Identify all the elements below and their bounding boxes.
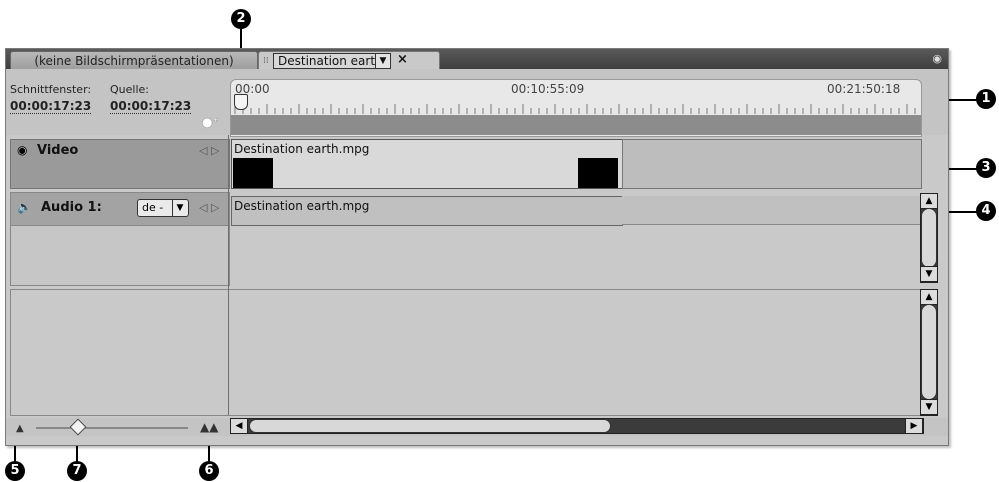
- callout-7: 7: [67, 461, 87, 481]
- schnittfenster-label: Schnittfenster:: [10, 83, 92, 96]
- video-clip-thumbnail-end: [578, 158, 618, 188]
- callout-1: 1: [976, 89, 996, 109]
- close-tab-icon[interactable]: ×: [397, 52, 408, 68]
- main-vertical-scrollbar[interactable]: ▲ ▼: [920, 289, 938, 416]
- ruler-end-time: 00:21:50:18: [827, 82, 901, 96]
- sequence-name: Destination earth: [273, 53, 388, 69]
- zoom-out-icon[interactable]: ▲: [16, 423, 24, 434]
- callout-3: 3: [976, 158, 996, 178]
- ruler-mid-time: 00:10:55:09: [511, 82, 585, 96]
- tab-destination-earth[interactable]: ⁞⁞ Destination earth ▼ ×: [258, 51, 440, 70]
- schnittfenster-timecode[interactable]: 00:00:17:23: [10, 99, 92, 114]
- zoom-in-icon[interactable]: ▲▲: [200, 420, 218, 434]
- zoom-slider-track[interactable]: [36, 427, 188, 429]
- callout-6: 6: [199, 461, 219, 481]
- empty-track-area[interactable]: [10, 289, 922, 416]
- audio-language-value: de -: [142, 201, 164, 214]
- scroll-right-icon[interactable]: ▶: [905, 418, 923, 434]
- audio-language-dropdown-icon[interactable]: ▼: [172, 200, 187, 216]
- audio-clip[interactable]: Destination earth.mpg: [231, 196, 623, 226]
- callout-4: 4: [976, 201, 996, 221]
- audio-track-label: Audio 1:: [41, 200, 102, 215]
- scroll-up-icon[interactable]: ▲: [920, 289, 938, 305]
- video-clip[interactable]: Destination earth.mpg: [231, 139, 623, 189]
- ruler-work-area-bar[interactable]: [231, 115, 921, 135]
- panel-tab-bar: (keine Bildschirmpräsentationen) ⁞⁞ Dest…: [6, 49, 948, 70]
- callout-5: 5: [5, 461, 25, 481]
- horizontal-scroll-thumb[interactable]: [249, 419, 611, 433]
- video-clip-name: Destination earth.mpg: [234, 142, 370, 156]
- audio-keyframe-nav-icon[interactable]: ◁ ▷: [199, 201, 219, 214]
- tab-keine-bildschirmpraesentationen[interactable]: (keine Bildschirmpräsentationen): [10, 51, 258, 70]
- video-track-empty[interactable]: [622, 139, 922, 189]
- audio-track-header[interactable]: 🔈 Audio 1: de - ▼ ◁ ▷: [10, 192, 230, 286]
- quelle-timecode[interactable]: 00:00:17:23: [110, 99, 192, 114]
- speaker-icon[interactable]: 🔈: [17, 200, 32, 214]
- callout-2: 2: [231, 9, 251, 29]
- ruler-ticks: [234, 104, 916, 114]
- panel-menu-icon[interactable]: ◉: [916, 51, 942, 67]
- scroll-down-icon[interactable]: ▼: [920, 399, 938, 415]
- audio-clip-name: Destination earth.mpg: [234, 199, 370, 213]
- track-header-divider: [228, 135, 229, 415]
- video-track-header[interactable]: ◉ Video ◁ ▷: [10, 139, 230, 189]
- playhead-icon[interactable]: [234, 94, 248, 110]
- scroll-up-icon[interactable]: ▲: [920, 193, 938, 209]
- sequence-dropdown-button[interactable]: ▼: [375, 53, 391, 69]
- video-track-label: Video: [37, 143, 79, 158]
- tab-grip-icon[interactable]: ⁞⁞: [263, 56, 271, 66]
- horizontal-scrollbar[interactable]: ◀ ▶: [230, 418, 924, 434]
- quelle-label: Quelle:: [110, 83, 149, 96]
- main-scroll-thumb[interactable]: [921, 304, 937, 400]
- video-clip-thumbnail-start: [233, 158, 273, 188]
- timeline-ruler[interactable]: 00:00 00:10:55:09 00:21:50:18: [230, 79, 922, 137]
- scroll-left-icon[interactable]: ◀: [230, 418, 248, 434]
- scroll-down-icon[interactable]: ▼: [920, 266, 938, 282]
- video-keyframe-nav-icon[interactable]: ◁ ▷: [199, 144, 219, 157]
- audio-track-empty[interactable]: [622, 196, 920, 225]
- timeline-panel: (keine Bildschirmpräsentationen) ⁞⁞ Dest…: [5, 48, 949, 446]
- audio-vertical-scrollbar[interactable]: ▲ ▼: [920, 193, 938, 283]
- eye-icon[interactable]: ◉: [17, 143, 27, 157]
- audio-language-select[interactable]: de - ▼: [137, 199, 189, 217]
- add-marker-icon[interactable]: ●⁺: [202, 115, 219, 129]
- audio-scroll-thumb[interactable]: [921, 208, 937, 268]
